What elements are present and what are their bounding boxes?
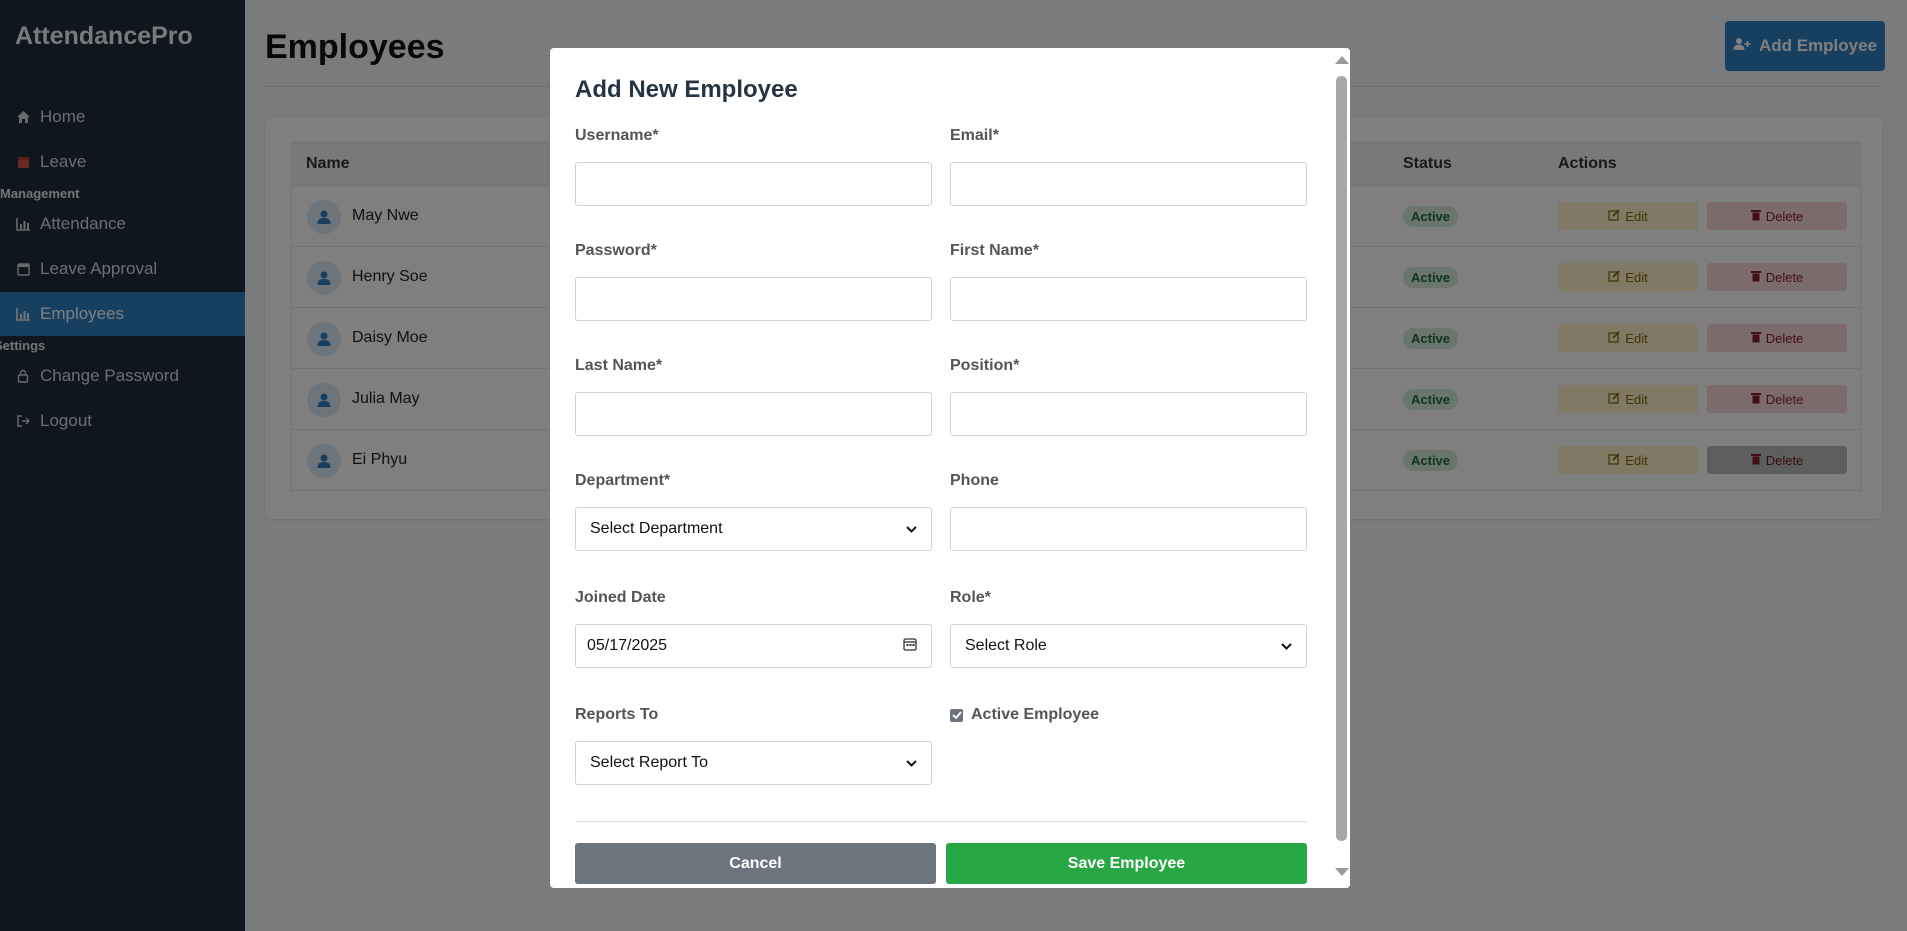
calendar-icon[interactable] xyxy=(903,637,917,656)
cancel-button[interactable]: Cancel xyxy=(575,843,936,884)
checkbox-checked-icon[interactable] xyxy=(950,708,963,722)
last-name-input[interactable] xyxy=(575,392,932,436)
chevron-down-icon xyxy=(1281,637,1292,655)
modal-title: Add New Employee xyxy=(575,76,798,103)
joined-date-label: Joined Date xyxy=(575,589,666,606)
joined-date-input[interactable]: 05/17/2025 xyxy=(575,624,932,668)
department-value: Select Department xyxy=(590,520,723,537)
last-name-label: Last Name* xyxy=(575,357,663,374)
phone-input[interactable] xyxy=(950,507,1307,551)
role-label: Role* xyxy=(950,589,991,606)
reports-to-label: Reports To xyxy=(575,706,659,723)
department-label: Department* xyxy=(575,472,671,489)
username-label: Username* xyxy=(575,127,659,144)
first-name-input[interactable] xyxy=(950,277,1307,321)
reports-to-select[interactable]: Select Report To xyxy=(575,741,932,785)
reports-to-value: Select Report To xyxy=(590,754,708,771)
first-name-label: First Name* xyxy=(950,242,1039,259)
role-value: Select Role xyxy=(965,637,1047,654)
add-employee-modal: Add New Employee Username* Email* Passwo… xyxy=(550,48,1350,888)
password-label: Password* xyxy=(575,242,657,259)
position-input[interactable] xyxy=(950,392,1307,436)
email-input[interactable] xyxy=(950,162,1307,206)
phone-label: Phone xyxy=(950,472,999,489)
scroll-down-arrow-icon[interactable] xyxy=(1335,868,1349,876)
active-employee-toggle[interactable]: Active Employee xyxy=(950,706,1099,724)
chevron-down-icon xyxy=(906,520,917,538)
position-label: Position* xyxy=(950,357,1020,374)
role-select[interactable]: Select Role xyxy=(950,624,1307,668)
scroll-up-arrow-icon[interactable] xyxy=(1335,56,1349,64)
username-input[interactable] xyxy=(575,162,932,206)
modal-footer-divider xyxy=(575,821,1307,822)
scrollbar-thumb[interactable] xyxy=(1336,76,1347,841)
email-label: Email* xyxy=(950,127,999,144)
active-employee-label: Active Employee xyxy=(971,706,1100,723)
save-employee-button[interactable]: Save Employee xyxy=(946,843,1307,884)
joined-date-value: 05/17/2025 xyxy=(587,637,668,654)
chevron-down-icon xyxy=(906,754,917,772)
department-select[interactable]: Select Department xyxy=(575,507,932,551)
password-input[interactable] xyxy=(575,277,932,321)
